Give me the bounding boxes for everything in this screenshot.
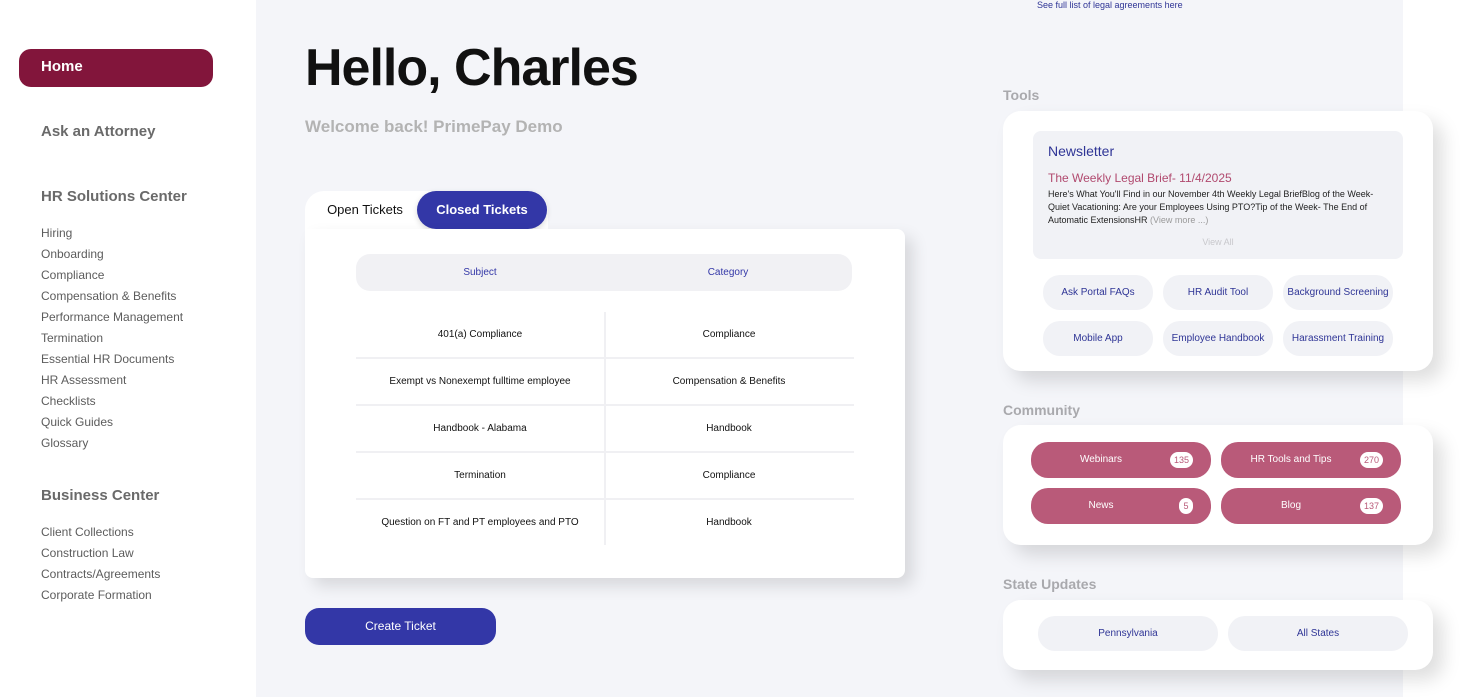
table-row[interactable]: 401(a) Compliance Compliance (356, 312, 854, 359)
newsletter-title: Newsletter (1048, 143, 1115, 159)
sidebar-item-client-collections[interactable]: Client Collections (41, 525, 134, 539)
community-label: Community (1003, 402, 1080, 418)
sidebar-item-essential-hr-documents[interactable]: Essential HR Documents (41, 352, 174, 366)
cell-subject: Termination (454, 470, 506, 481)
newsletter-view-all-link[interactable]: View All (1033, 237, 1403, 247)
harassment-training-button[interactable]: Harassment Training (1283, 321, 1393, 356)
column-header-subject[interactable]: Subject (356, 254, 604, 291)
cell-category: Compensation & Benefits (604, 359, 852, 404)
sidebar-heading-business-center[interactable]: Business Center (41, 487, 159, 504)
cell-category: Handbook (604, 500, 852, 545)
sidebar-item-glossary[interactable]: Glossary (41, 436, 88, 450)
sidebar-item-contracts-agreements[interactable]: Contracts/Agreements (41, 567, 160, 581)
legal-agreements-link[interactable]: See full list of legal agreements here (1037, 0, 1183, 10)
cell-subject: Handbook - Alabama (433, 423, 527, 434)
sidebar-heading-hr-solutions[interactable]: HR Solutions Center (41, 188, 187, 205)
newsletter-body-text: Here's What You'll Find in our November … (1048, 189, 1374, 225)
sidebar-item-onboarding[interactable]: Onboarding (41, 247, 104, 261)
background-screening-button[interactable]: Background Screening (1283, 275, 1393, 310)
sidebar-item-compliance[interactable]: Compliance (41, 268, 104, 282)
count-badge: 270 (1359, 452, 1383, 468)
create-ticket-button[interactable]: Create Ticket (305, 608, 496, 645)
table-row[interactable]: Termination Compliance (356, 453, 854, 500)
employee-handbook-button[interactable]: Employee Handbook (1163, 321, 1273, 356)
ask-portal-faqs-button[interactable]: Ask Portal FAQs (1043, 275, 1153, 310)
state-pennsylvania-button[interactable]: Pennsylvania (1038, 616, 1218, 651)
sidebar-item-compensation-benefits[interactable]: Compensation & Benefits (41, 289, 176, 303)
welcome-subtitle: Welcome back! PrimePay Demo (305, 117, 563, 136)
sidebar-item-termination[interactable]: Termination (41, 331, 103, 345)
sidebar-item-ask-attorney[interactable]: Ask an Attorney (41, 123, 155, 140)
community-news-button[interactable]: News 5 (1031, 488, 1211, 524)
state-updates-label: State Updates (1003, 576, 1097, 592)
table-row[interactable]: Exempt vs Nonexempt fulltime employee Co… (356, 359, 854, 406)
sidebar-item-checklists[interactable]: Checklists (41, 394, 96, 408)
page-root: Home Ask an Attorney HR Solutions Center… (0, 0, 1473, 697)
community-hr-tools-tips-button[interactable]: HR Tools and Tips 270 (1221, 442, 1401, 478)
newsletter-card: Newsletter The Weekly Legal Brief- 11/4/… (1033, 131, 1403, 259)
tools-label: Tools (1003, 87, 1040, 103)
newsletter-view-more-link[interactable]: (View more ...) (1150, 215, 1208, 225)
table-header: Subject Category (356, 254, 852, 291)
sidebar: Home Ask an Attorney HR Solutions Center… (0, 0, 256, 697)
table-row[interactable]: Handbook - Alabama Handbook (356, 406, 854, 453)
mobile-app-button[interactable]: Mobile App (1043, 321, 1153, 356)
tickets-table: Subject Category 401(a) Compliance Compl… (305, 229, 905, 578)
newsletter-subtitle[interactable]: The Weekly Legal Brief- 11/4/2025 (1048, 171, 1232, 185)
tab-open-tickets[interactable]: Open Tickets (305, 191, 425, 229)
community-item-label: Webinars (1079, 454, 1123, 465)
community-item-label: HR Tools and Tips (1250, 454, 1332, 465)
page-title: Hello, Charles (305, 39, 639, 97)
sidebar-item-performance-management[interactable]: Performance Management (41, 310, 183, 324)
sidebar-item-hr-assessment[interactable]: HR Assessment (41, 373, 126, 387)
sidebar-item-corporate-formation[interactable]: Corporate Formation (41, 588, 152, 602)
sidebar-item-construction-law[interactable]: Construction Law (41, 546, 134, 560)
hr-audit-tool-button[interactable]: HR Audit Tool (1163, 275, 1273, 310)
newsletter-body: Here's What You'll Find in our November … (1048, 188, 1383, 227)
state-all-states-button[interactable]: All States (1228, 616, 1408, 651)
cell-category: Compliance (604, 453, 852, 498)
cell-subject: Question on FT and PT employees and PTO (381, 517, 579, 528)
community-item-label: News (1088, 500, 1114, 511)
count-badge: 135 (1169, 452, 1193, 468)
count-badge: 5 (1179, 498, 1193, 514)
sidebar-item-home[interactable]: Home (19, 49, 213, 87)
table-row[interactable]: Question on FT and PT employees and PTO … (356, 500, 854, 547)
tab-closed-tickets[interactable]: Closed Tickets (417, 191, 547, 229)
cell-subject: 401(a) Compliance (437, 329, 523, 340)
community-item-label: Blog (1280, 500, 1301, 511)
cell-category: Compliance (604, 312, 852, 357)
community-webinars-button[interactable]: Webinars 135 (1031, 442, 1211, 478)
cell-category: Handbook (604, 406, 852, 451)
sidebar-item-hiring[interactable]: Hiring (41, 226, 72, 240)
count-badge: 137 (1359, 498, 1383, 514)
sidebar-item-quick-guides[interactable]: Quick Guides (41, 415, 113, 429)
community-blog-button[interactable]: Blog 137 (1221, 488, 1401, 524)
column-header-category[interactable]: Category (604, 254, 852, 291)
cell-subject: Exempt vs Nonexempt fulltime employee (389, 376, 571, 387)
